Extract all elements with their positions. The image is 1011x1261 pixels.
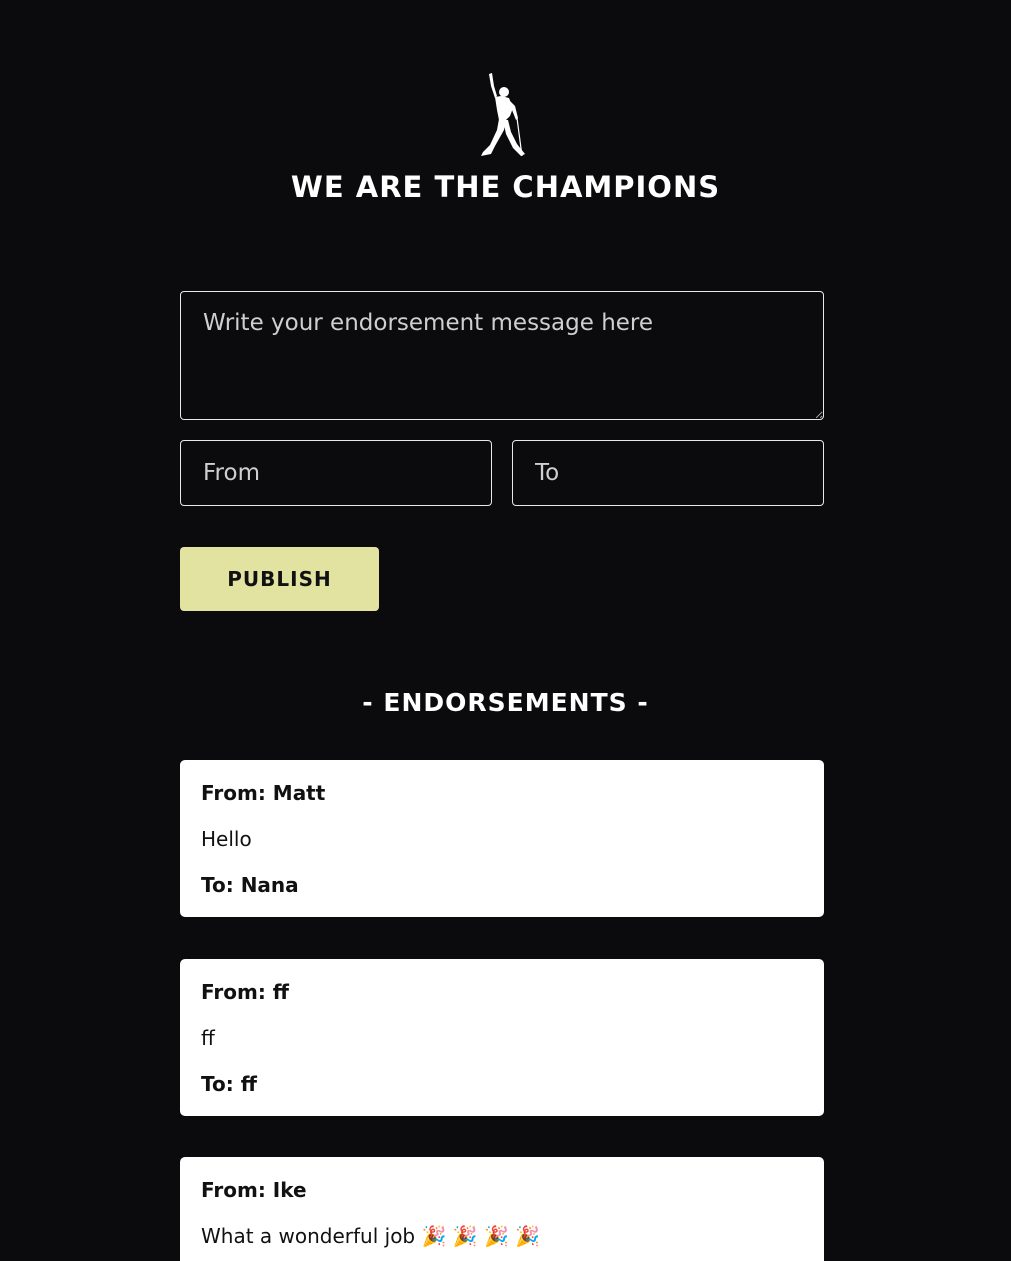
endorsement-message-input[interactable] xyxy=(180,291,824,420)
to-input[interactable] xyxy=(512,440,824,506)
endorsement-card: From: Ike What a wonderful job 🎉 🎉 🎉 🎉 xyxy=(180,1157,824,1261)
endorsement-to: To: Nana xyxy=(201,873,299,897)
endorsement-from: From: Ike xyxy=(201,1178,307,1202)
endorsement-message: ff xyxy=(201,1026,215,1050)
endorsement-from: From: ff xyxy=(201,980,289,1004)
endorsement-to: To: ff xyxy=(201,1072,257,1096)
from-input[interactable] xyxy=(180,440,492,506)
endorsements-heading: - ENDORSEMENTS - xyxy=(362,688,649,717)
endorsement-message: Hello xyxy=(201,827,252,851)
page-title: WE ARE THE CHAMPIONS xyxy=(290,170,721,204)
publish-button[interactable]: PUBLISH xyxy=(180,547,379,611)
endorsement-message: What a wonderful job 🎉 🎉 🎉 🎉 xyxy=(201,1224,541,1248)
endorsement-from: From: Matt xyxy=(201,781,326,805)
endorsement-card: From: ff ff To: ff xyxy=(180,959,824,1116)
endorsement-card: From: Matt Hello To: Nana xyxy=(180,760,824,917)
singer-silhouette-icon xyxy=(481,73,525,157)
